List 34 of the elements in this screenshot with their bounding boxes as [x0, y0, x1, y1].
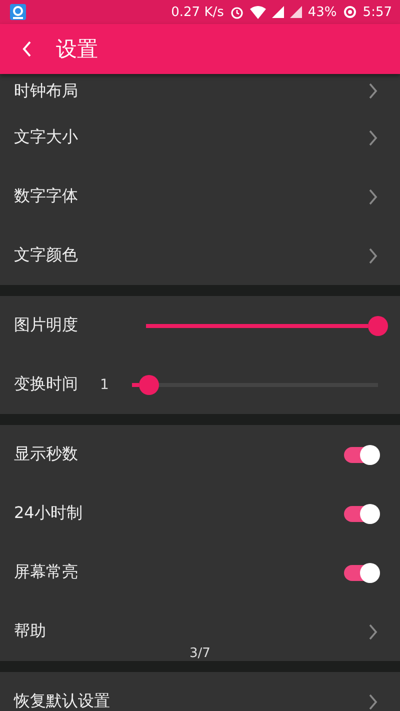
setting-label: 数字字体 [14, 186, 78, 207]
setting-label: 恢复默认设置 [14, 691, 110, 711]
battery-ring-icon [342, 5, 357, 19]
toggle-switch[interactable] [344, 506, 378, 522]
setting-label: 时钟布局 [14, 80, 78, 102]
chevron-right-icon [368, 188, 378, 206]
chevron-right-icon [368, 692, 378, 710]
chevron-right-icon [368, 82, 378, 100]
slider-thumb[interactable] [368, 316, 388, 336]
signal-icon [272, 6, 284, 18]
setting-label: 24小时制 [14, 503, 82, 524]
setting-label: 文字大小 [14, 127, 78, 148]
setting-label: 文字颜色 [14, 245, 78, 266]
slider-thumb[interactable] [139, 374, 160, 394]
setting-label: 屏幕常亮 [14, 562, 78, 583]
setting-label: 变换时间 [14, 374, 79, 395]
network-speed: 0.27 K/s [171, 4, 224, 20]
page-indicator: 3/7 [188, 646, 212, 661]
setting-label: 显示秒数 [14, 444, 78, 465]
app-notification-icon [10, 4, 26, 20]
page-title: 设置 [56, 36, 98, 63]
signal-icon [290, 6, 302, 18]
setting-label: 图片明度 [14, 315, 79, 336]
wifi-icon [250, 6, 266, 18]
chevron-right-icon [368, 246, 378, 264]
chevron-right-icon [368, 622, 378, 640]
setting-label: 帮助 [14, 621, 46, 642]
chevron-right-icon [368, 128, 378, 146]
slider-value: 1 [99, 376, 110, 392]
alarm-icon [230, 5, 244, 19]
toggle-switch[interactable] [344, 446, 378, 462]
battery-percent: 43% [308, 4, 337, 20]
toggle-switch[interactable] [344, 564, 378, 580]
clock-time: 5:57 [362, 4, 392, 20]
